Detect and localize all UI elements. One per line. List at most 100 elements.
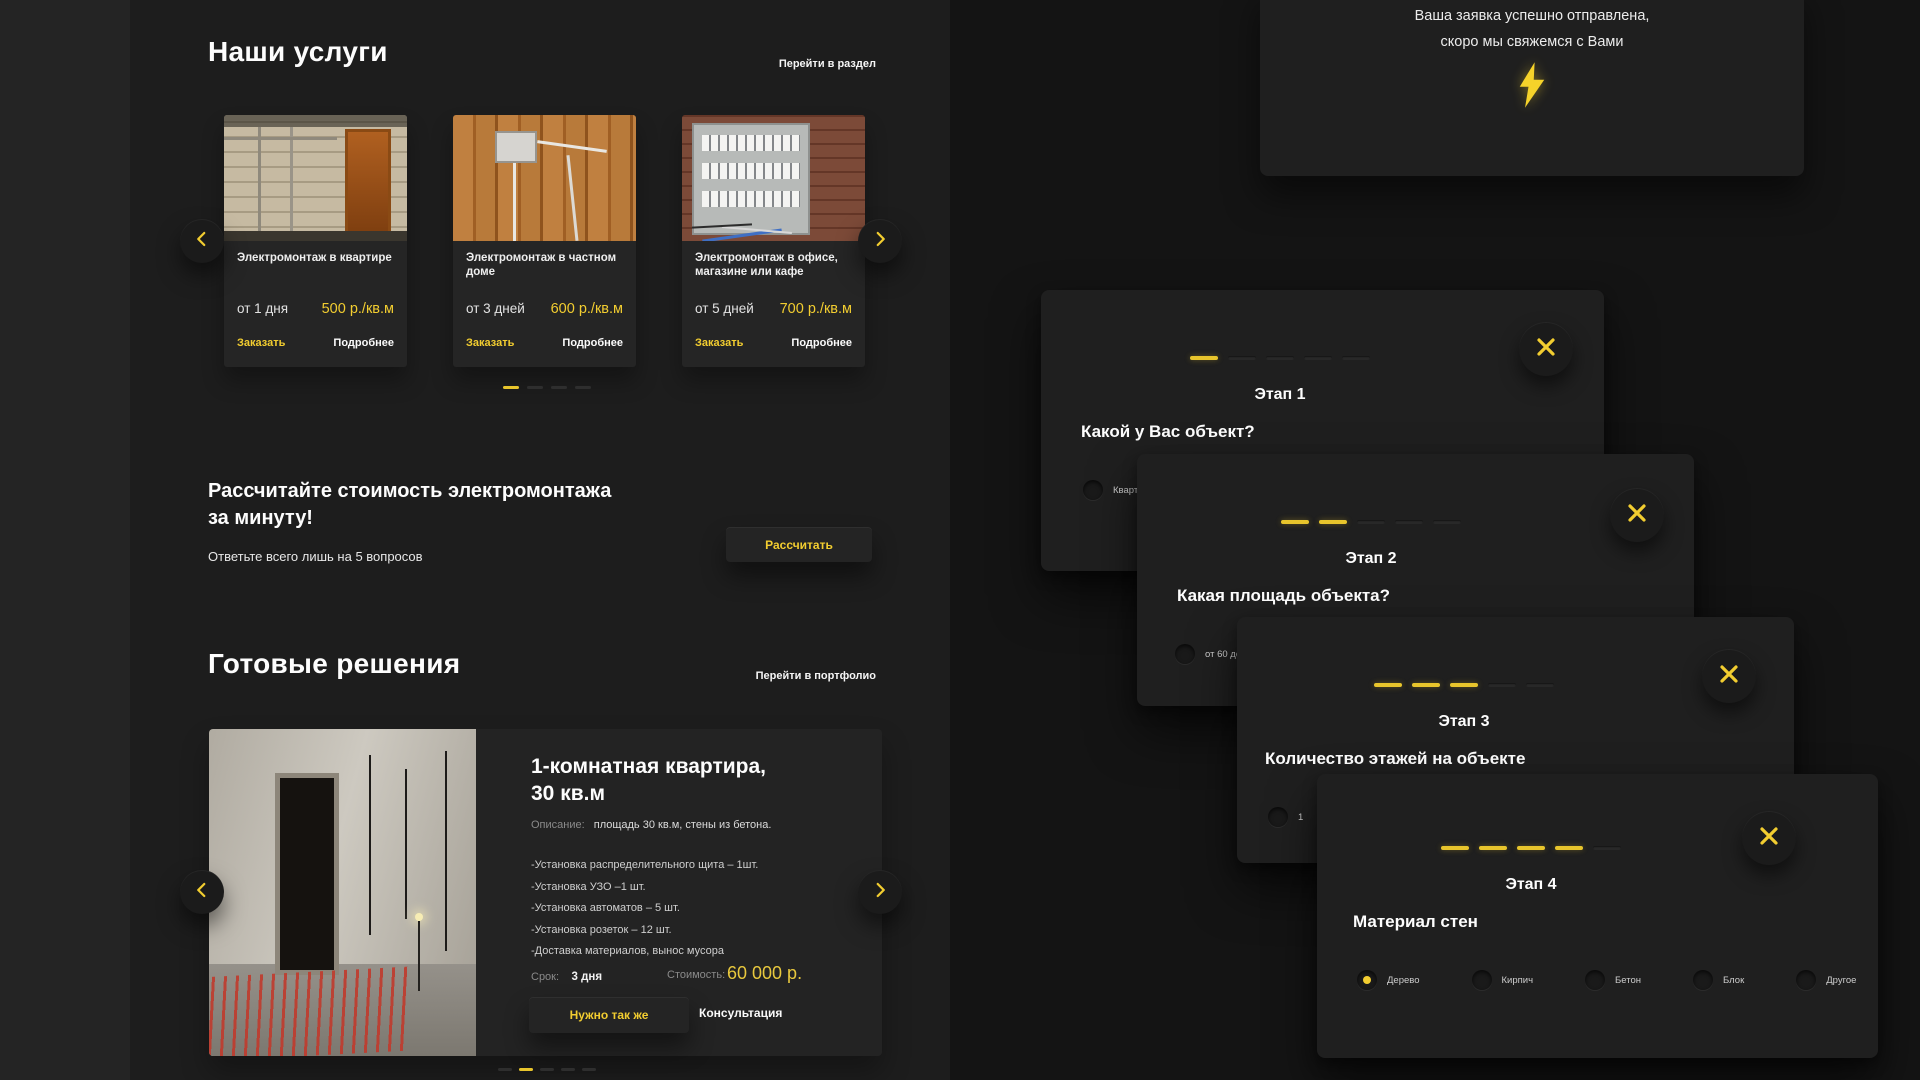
cost-value: 60 000 р. xyxy=(727,963,802,984)
progress-indicator xyxy=(1374,683,1554,687)
order-button[interactable]: Заказать xyxy=(466,337,514,349)
radio-button[interactable] xyxy=(1175,644,1195,664)
step-question: Какая площадь объекта? xyxy=(1177,586,1390,606)
feature-item: -Установка розеток – 12 шт. xyxy=(531,920,758,942)
progress-indicator xyxy=(1281,520,1461,524)
portfolio-pagination xyxy=(498,1068,596,1071)
service-card-title: Электромонтаж в квартире xyxy=(224,241,407,265)
pagination-dash[interactable] xyxy=(498,1068,512,1071)
pagination-dash[interactable] xyxy=(551,386,567,389)
services-pagination xyxy=(503,386,591,389)
portfolio-description: Описание: площадь 30 кв.м, стены из бето… xyxy=(531,819,771,831)
services-next-button[interactable] xyxy=(858,219,902,263)
pagination-dash[interactable] xyxy=(519,1068,533,1071)
option-row: от 60 до xyxy=(1175,644,1241,664)
pagination-dash[interactable] xyxy=(503,386,519,389)
calculator-subtitle: Ответьте всего лишь на 5 вопросов xyxy=(208,549,423,564)
portfolio-photo xyxy=(209,729,476,1056)
close-icon xyxy=(1625,501,1649,530)
pagination-dash[interactable] xyxy=(575,386,591,389)
service-card-title: Электромонтаж в офисе, магазине или кафе xyxy=(682,241,865,279)
service-duration: от 3 дней xyxy=(466,301,525,316)
cost-label: Стоимость: xyxy=(667,969,725,981)
material-option: Кирпич xyxy=(1472,970,1534,990)
details-button[interactable]: Подробнее xyxy=(333,337,394,349)
feature-item: -Установка УЗО –1 шт. xyxy=(531,877,758,899)
description-value: площадь 30 кв.м, стены из бетона. xyxy=(594,819,772,831)
service-card: Электромонтаж в офисе, магазине или кафе… xyxy=(682,115,865,367)
radio-label: от 60 до xyxy=(1205,649,1241,660)
order-button[interactable]: Заказать xyxy=(237,337,285,349)
service-card: Электромонтаж в квартире от 1 дня 500 р.… xyxy=(224,115,407,367)
service-price: 600 р./кв.м xyxy=(551,301,623,317)
feature-item: -Доставка материалов, вынос мусора xyxy=(531,941,758,963)
radio-button[interactable] xyxy=(1693,970,1713,990)
chevron-left-icon xyxy=(193,230,211,253)
description-label: Описание: xyxy=(531,819,585,831)
modal-close-button[interactable] xyxy=(1610,488,1664,542)
lightning-bolt-icon xyxy=(1260,62,1804,113)
radio-button[interactable] xyxy=(1472,970,1492,990)
details-button[interactable]: Подробнее xyxy=(791,337,852,349)
term-label: Срок: xyxy=(531,971,559,983)
step-title: Этап 1 xyxy=(1190,386,1370,404)
portfolio-item-title: 1-комнатная квартира, 30 кв.м xyxy=(531,753,766,807)
page-left-strip xyxy=(0,0,130,1080)
feature-item: -Установка автоматов – 5 шт. xyxy=(531,898,758,920)
portfolio-next-button[interactable] xyxy=(858,870,902,914)
portfolio-feature-list: -Установка распределительного щита – 1шт… xyxy=(531,855,758,963)
radio-button[interactable] xyxy=(1796,970,1816,990)
chevron-right-icon xyxy=(871,881,889,904)
pagination-dash[interactable] xyxy=(561,1068,575,1071)
step-question: Материал стен xyxy=(1353,912,1478,932)
consultation-button[interactable]: Консультация xyxy=(699,1006,859,1020)
portfolio-term-cost-row: Срок: 3 дня Стоимость: 60 000 р. xyxy=(531,967,861,985)
close-icon xyxy=(1717,662,1741,691)
radio-label: Блок xyxy=(1723,975,1744,986)
service-card: Электромонтаж в частном доме от 3 дней 6… xyxy=(453,115,636,367)
close-icon xyxy=(1757,824,1781,853)
radio-button[interactable] xyxy=(1268,807,1288,827)
wizard-modal-step4: Этап 4 Материал стен Дерево Кирпич Бетон… xyxy=(1317,774,1878,1058)
material-option: Блок xyxy=(1693,970,1744,990)
service-photo-house xyxy=(453,115,636,241)
services-prev-button[interactable] xyxy=(180,219,224,263)
radio-button-selected[interactable] xyxy=(1357,970,1377,990)
calculate-button[interactable]: Рассчитать xyxy=(726,527,872,562)
radio-button[interactable] xyxy=(1083,480,1103,500)
pagination-dash[interactable] xyxy=(582,1068,596,1071)
pagination-dash[interactable] xyxy=(540,1068,554,1071)
close-icon xyxy=(1534,335,1558,364)
radio-label: Бетон xyxy=(1615,975,1641,986)
services-section-link[interactable]: Перейти в раздел xyxy=(208,58,876,70)
material-option: Другое xyxy=(1796,970,1856,990)
pagination-dash[interactable] xyxy=(527,386,543,389)
modal-close-button[interactable] xyxy=(1519,322,1573,376)
portfolio-prev-button[interactable] xyxy=(180,870,224,914)
modal-close-button[interactable] xyxy=(1702,649,1756,703)
service-photo-apartment xyxy=(224,115,407,241)
term-value: 3 дня xyxy=(572,971,603,983)
modal-close-button[interactable] xyxy=(1742,811,1796,865)
step-title: Этап 4 xyxy=(1441,876,1621,894)
chevron-right-icon xyxy=(871,230,889,253)
portfolio-card: 1-комнатная квартира, 30 кв.м Описание: … xyxy=(209,729,882,1056)
service-duration: от 5 дней xyxy=(695,301,754,316)
radio-label: Другое xyxy=(1826,975,1856,986)
order-button[interactable]: Заказать xyxy=(695,337,743,349)
radio-label: Дерево xyxy=(1387,975,1420,986)
service-photo-office xyxy=(682,115,865,241)
need-same-button[interactable]: Нужно так же xyxy=(529,997,689,1033)
material-option: Дерево xyxy=(1357,970,1420,990)
feature-item: -Установка распределительного щита – 1шт… xyxy=(531,855,758,877)
step-question: Количество этажей на объекте xyxy=(1265,749,1525,769)
radio-button[interactable] xyxy=(1585,970,1605,990)
toast-message-line2: скоро мы свяжемся с Вами xyxy=(1260,34,1804,50)
service-card-title: Электромонтаж в частном доме xyxy=(453,241,636,279)
details-button[interactable]: Подробнее xyxy=(562,337,623,349)
portfolio-section-link[interactable]: Перейти в портфолио xyxy=(208,670,876,682)
chevron-left-icon xyxy=(193,881,211,904)
option-row: 1 xyxy=(1268,807,1303,827)
option-row: Дерево Кирпич Бетон Блок Другое xyxy=(1357,970,1847,990)
service-price: 500 р./кв.м xyxy=(322,301,394,317)
